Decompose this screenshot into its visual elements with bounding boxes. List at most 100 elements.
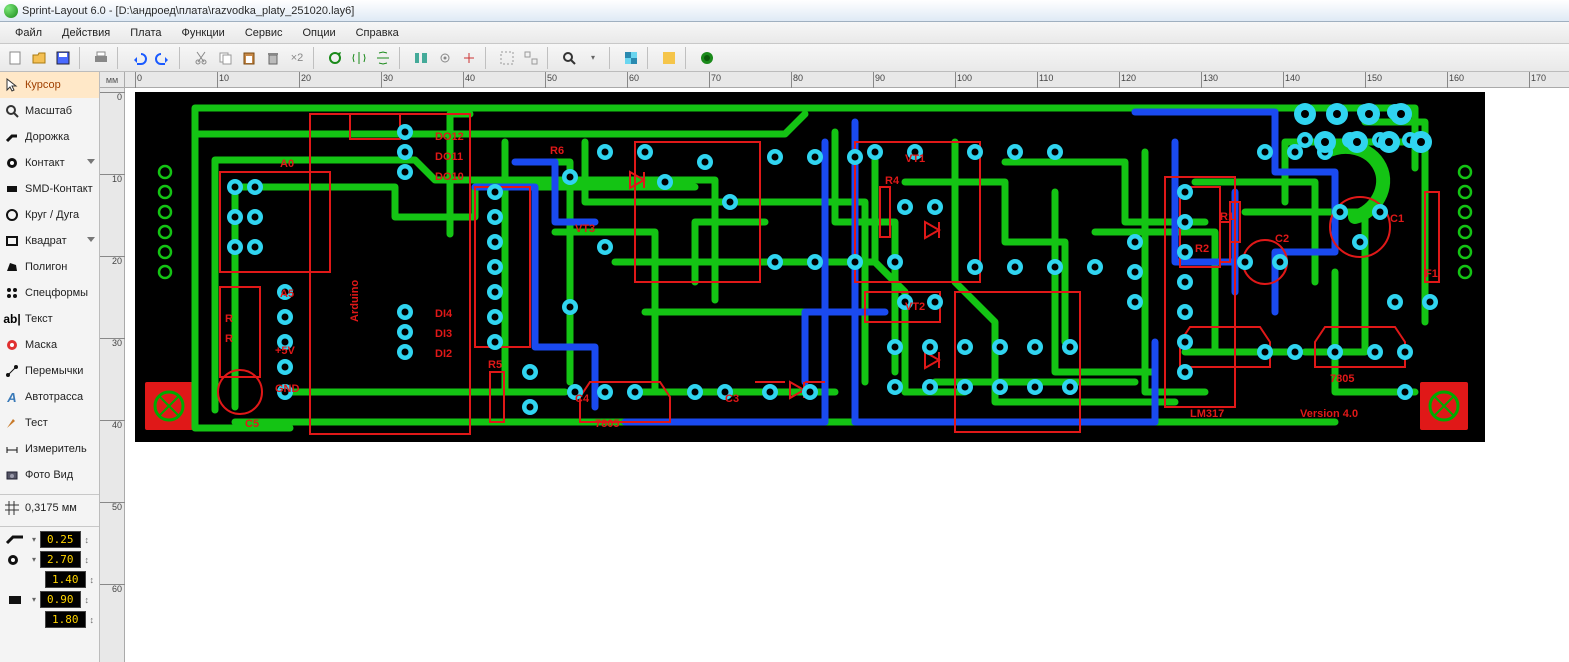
tool-zoom[interactable]: Масштаб <box>0 98 99 124</box>
svg-text:R6: R6 <box>550 145 564 157</box>
svg-text:R2: R2 <box>1195 243 1209 255</box>
svg-text:C4: C4 <box>575 393 590 405</box>
param-smd-h[interactable]: 1.80 ↕ <box>4 611 95 628</box>
undo-button[interactable] <box>128 47 150 69</box>
param-pad-in-val: 1.40 <box>45 571 86 588</box>
tool-test-label: Тест <box>25 417 48 429</box>
param-smd-h-val: 1.80 <box>45 611 86 628</box>
grid-setting[interactable]: 0,3175 мм <box>0 494 99 520</box>
tool-jumper[interactable]: Перемычки <box>0 358 99 384</box>
svg-text:C2: C2 <box>1275 233 1289 245</box>
save-button[interactable] <box>52 47 74 69</box>
tool-cursor[interactable]: Курсор <box>0 72 99 98</box>
menu-service[interactable]: Сервис <box>236 25 292 41</box>
info-button[interactable] <box>658 47 680 69</box>
title-bar: Sprint-Layout 6.0 - [D:\андроед\плата\ra… <box>0 0 1569 22</box>
open-button[interactable] <box>28 47 50 69</box>
menu-board[interactable]: Плата <box>121 25 170 41</box>
grid-value: 0,3175 мм <box>25 502 77 514</box>
svg-text:7805: 7805 <box>595 418 619 430</box>
svg-text:A5: A5 <box>280 288 294 300</box>
param-track-width[interactable]: ▾ 0.25 ↕ <box>4 531 95 548</box>
tool-panel: Курсор Масштаб Дорожка Контакт SMD-Конта… <box>0 72 100 662</box>
rotate-button[interactable] <box>324 47 346 69</box>
print-button[interactable] <box>90 47 112 69</box>
svg-text:C3: C3 <box>725 393 739 405</box>
tool-photo[interactable]: Фото Вид <box>0 462 99 488</box>
ruler-horizontal: 0102030405060708090100110120130140150160… <box>125 72 1569 88</box>
svg-text:GND: GND <box>275 383 300 395</box>
menu-file[interactable]: Файл <box>6 25 51 41</box>
pcb-board: Arduino A0 A5 R R +5V GND C5 DO12 DO11 D… <box>135 92 1485 442</box>
tool-smd-label: SMD-Контакт <box>25 183 93 195</box>
tool-measure[interactable]: Измеритель <box>0 436 99 462</box>
mirror-h-button[interactable] <box>348 47 370 69</box>
tool-cursor-label: Курсор <box>25 79 61 91</box>
tool-poly[interactable]: Полигон <box>0 254 99 280</box>
svg-text:A0: A0 <box>280 158 294 170</box>
zoom-button[interactable] <box>558 47 580 69</box>
tool-text-label: Текст <box>25 313 53 325</box>
tool-special[interactable]: Спецформы <box>0 280 99 306</box>
copy-button[interactable] <box>214 47 236 69</box>
tool-test[interactable]: Тест <box>0 410 99 436</box>
delete-button[interactable] <box>262 47 284 69</box>
tool-autoroute-label: Автотрасса <box>25 391 83 403</box>
design-canvas[interactable]: Arduino A0 A5 R R +5V GND C5 DO12 DO11 D… <box>125 88 1569 662</box>
menu-help[interactable]: Справка <box>347 25 408 41</box>
tool-autoroute[interactable]: AАвтотрасса <box>0 384 99 410</box>
param-track-width-val: 0.25 <box>40 531 81 548</box>
svg-text:R: R <box>225 333 233 345</box>
transparent-button[interactable] <box>620 47 642 69</box>
snap-button[interactable] <box>434 47 456 69</box>
menu-options[interactable]: Опции <box>294 25 345 41</box>
ruler-unit: мм <box>100 72 125 88</box>
redo-button[interactable] <box>152 47 174 69</box>
group-button[interactable] <box>496 47 518 69</box>
tool-zoom-label: Масштаб <box>25 105 72 117</box>
tool-mask-label: Маска <box>25 339 57 351</box>
param-pad-outer[interactable]: ▾ 2.70 ↕ <box>4 551 95 568</box>
mirror-v-button[interactable] <box>372 47 394 69</box>
svg-text:C1: C1 <box>1390 213 1404 225</box>
param-pad-out-val: 2.70 <box>40 551 81 568</box>
tool-text[interactable]: ab|Текст <box>0 306 99 332</box>
svg-text:DO10: DO10 <box>435 171 464 183</box>
new-button[interactable] <box>4 47 26 69</box>
canvas-area: мм 0102030405060708090100110120130140150… <box>100 72 1569 662</box>
tool-measure-label: Измеритель <box>25 443 87 455</box>
menu-functions[interactable]: Функции <box>172 25 233 41</box>
dup-button[interactable]: ×2 <box>286 47 308 69</box>
menu-actions[interactable]: Действия <box>53 25 119 41</box>
svg-text:DI4: DI4 <box>435 308 453 320</box>
svg-text:R4: R4 <box>885 175 900 187</box>
tool-pad-label: Контакт <box>25 157 65 169</box>
tool-mask[interactable]: Маска <box>0 332 99 358</box>
svg-text:7805: 7805 <box>1330 373 1354 385</box>
tool-poly-label: Полигон <box>25 261 67 273</box>
remove-conn-button[interactable] <box>458 47 480 69</box>
svg-text:R1: R1 <box>1220 211 1234 223</box>
tool-special-label: Спецформы <box>25 287 88 299</box>
tool-track-label: Дорожка <box>25 131 69 143</box>
ungroup-button[interactable] <box>520 47 542 69</box>
svg-text:+5V: +5V <box>275 345 296 357</box>
cut-button[interactable] <box>190 47 212 69</box>
tool-smd[interactable]: SMD-Контакт <box>0 176 99 202</box>
main-toolbar: ×2 ▾ <box>0 44 1569 72</box>
tool-circle-label: Круг / Дуга <box>25 209 79 221</box>
param-pad-inner[interactable]: 1.40 ↕ <box>4 571 95 588</box>
window-title: Sprint-Layout 6.0 - [D:\андроед\плата\ra… <box>22 5 354 17</box>
tool-circle[interactable]: Круг / Дуга <box>0 202 99 228</box>
tool-pad[interactable]: Контакт <box>0 150 99 176</box>
svg-text:VT1: VT1 <box>905 153 925 165</box>
zoom-dd-button[interactable]: ▾ <box>582 47 604 69</box>
align-button[interactable] <box>410 47 432 69</box>
paste-button[interactable] <box>238 47 260 69</box>
param-smd-w[interactable]: ▾ 0.90 ↕ <box>4 591 95 608</box>
ruler-vertical: 0102030405060 <box>100 88 125 662</box>
tool-track[interactable]: Дорожка <box>0 124 99 150</box>
drc-button[interactable] <box>696 47 718 69</box>
tool-rect[interactable]: Квадрат <box>0 228 99 254</box>
svg-text:DI2: DI2 <box>435 348 452 360</box>
